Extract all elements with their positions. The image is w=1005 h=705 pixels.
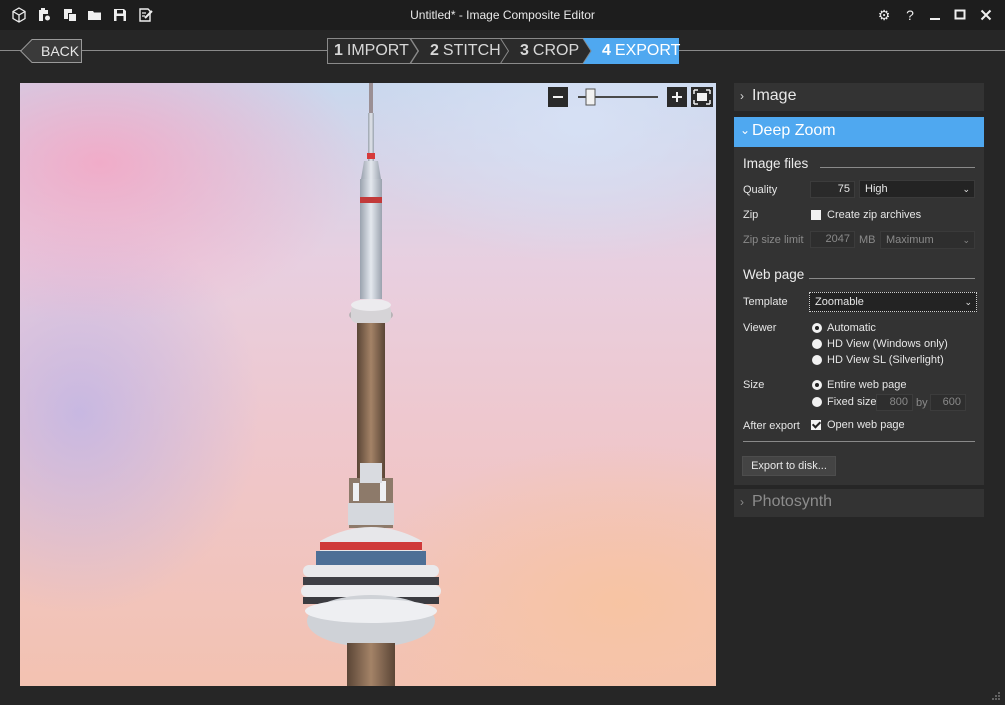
title-bar: Untitled* - Image Composite Editor ⚙ ? bbox=[0, 0, 1005, 30]
viewer-radio-hd-view-sl[interactable] bbox=[812, 355, 822, 365]
chevron-down-icon: ⌄ bbox=[962, 184, 970, 194]
viewer-option-label: Automatic bbox=[827, 322, 876, 334]
template-select[interactable]: Zoomable ⌄ bbox=[809, 292, 977, 312]
viewer-option-label: HD View (Windows only) bbox=[827, 338, 948, 350]
nav-divider-line bbox=[82, 50, 327, 51]
size-option-label: Fixed size: bbox=[827, 396, 880, 408]
step-crop[interactable]: 3 CROP bbox=[500, 38, 592, 64]
step-number: 3 bbox=[520, 42, 529, 59]
zip-checkbox-label: Create zip archives bbox=[827, 209, 922, 221]
group-title-web-page: Web page bbox=[743, 267, 805, 282]
cn-tower-image bbox=[301, 83, 441, 686]
maximize-button[interactable] bbox=[951, 6, 969, 24]
section-image[interactable]: › Image bbox=[734, 83, 984, 111]
step-number: 1 bbox=[334, 42, 343, 59]
viewer-label: Viewer bbox=[743, 322, 777, 334]
step-label: CROP bbox=[532, 42, 580, 59]
chevron-down-icon: ⌄ bbox=[740, 123, 751, 137]
close-button[interactable] bbox=[977, 6, 995, 24]
back-button-label: BACK bbox=[41, 43, 80, 59]
step-number: 2 bbox=[430, 42, 439, 59]
minimize-button[interactable] bbox=[926, 6, 944, 24]
viewer-option-label: HD View SL (Silverlight) bbox=[827, 354, 944, 366]
section-deep-zoom[interactable]: ⌄ Deep Zoom bbox=[734, 117, 984, 147]
help-icon[interactable]: ? bbox=[901, 6, 919, 24]
step-label: IMPORT bbox=[346, 42, 409, 59]
step-number: 4 bbox=[602, 42, 611, 59]
group-divider bbox=[809, 278, 975, 279]
fixed-width-field: 800 bbox=[876, 394, 913, 411]
group-divider bbox=[820, 167, 975, 168]
step-label: EXPORT bbox=[614, 42, 681, 59]
zip-size-preset-value: Maximum bbox=[886, 234, 934, 246]
viewer-radio-automatic[interactable] bbox=[812, 323, 822, 333]
zip-label: Zip bbox=[743, 209, 759, 221]
viewer-radio-hd-view[interactable] bbox=[812, 339, 822, 349]
size-label: Size bbox=[743, 379, 765, 391]
quality-preset-value: High bbox=[865, 183, 888, 195]
chevron-down-icon: ⌄ bbox=[962, 235, 970, 245]
section-title: Deep Zoom bbox=[752, 122, 836, 139]
template-label: Template bbox=[743, 296, 788, 308]
section-title: Image bbox=[752, 87, 797, 104]
step-stitch[interactable]: 2 STITCH bbox=[410, 38, 510, 64]
nav-divider-line bbox=[678, 50, 1005, 51]
section-title: Photosynth bbox=[752, 493, 833, 510]
size-radio-fixed[interactable] bbox=[812, 397, 822, 407]
after-export-label: After export bbox=[743, 420, 800, 432]
step-import[interactable]: 1 IMPORT bbox=[327, 38, 419, 64]
window-title: Untitled* - Image Composite Editor bbox=[410, 8, 595, 22]
chevron-right-icon: › bbox=[740, 495, 744, 509]
workflow-navigation: BACK 1 IMPORT 2 STITCH 3 CROP 4 EXPORT bbox=[0, 30, 1005, 72]
zip-size-limit-label: Zip size limit bbox=[743, 234, 804, 246]
panorama-preview[interactable] bbox=[20, 83, 716, 686]
size-radio-entire-page[interactable] bbox=[812, 380, 822, 390]
chevron-right-icon: › bbox=[740, 89, 744, 103]
resize-grip-icon[interactable] bbox=[990, 690, 1002, 702]
size-option-label: Entire web page bbox=[827, 379, 907, 391]
zoom-controls bbox=[548, 87, 714, 107]
quality-value-field[interactable]: 75 bbox=[810, 181, 855, 198]
zoom-slider-thumb bbox=[585, 88, 596, 106]
section-photosynth: › Photosynth bbox=[734, 489, 984, 517]
by-label: by bbox=[916, 397, 928, 409]
step-export[interactable]: 4 EXPORT bbox=[583, 38, 681, 64]
export-to-disk-button[interactable]: Export to disk... bbox=[742, 456, 836, 476]
template-value: Zoomable bbox=[815, 296, 864, 308]
zip-size-field: 2047 bbox=[810, 231, 855, 248]
chevron-down-icon: ⌄ bbox=[964, 297, 972, 307]
step-label: STITCH bbox=[442, 42, 501, 59]
settings-icon[interactable]: ⚙ bbox=[875, 6, 893, 24]
open-web-page-label: Open web page bbox=[827, 419, 905, 431]
fixed-height-field: 600 bbox=[930, 394, 966, 411]
quality-label: Quality bbox=[743, 184, 778, 196]
nav-divider-line bbox=[0, 50, 22, 51]
zip-size-preset-select: Maximum ⌄ bbox=[880, 231, 975, 249]
zip-checkbox[interactable] bbox=[811, 210, 821, 220]
open-web-page-checkbox[interactable] bbox=[811, 420, 821, 430]
quality-preset-select[interactable]: High ⌄ bbox=[859, 180, 975, 198]
back-button[interactable]: BACK bbox=[20, 39, 82, 63]
group-divider bbox=[743, 441, 975, 442]
group-title-image-files: Image files bbox=[743, 156, 809, 171]
zip-size-unit: MB bbox=[859, 234, 876, 246]
deep-zoom-settings: Image files Quality 75 High ⌄ Zip Create … bbox=[734, 147, 984, 485]
